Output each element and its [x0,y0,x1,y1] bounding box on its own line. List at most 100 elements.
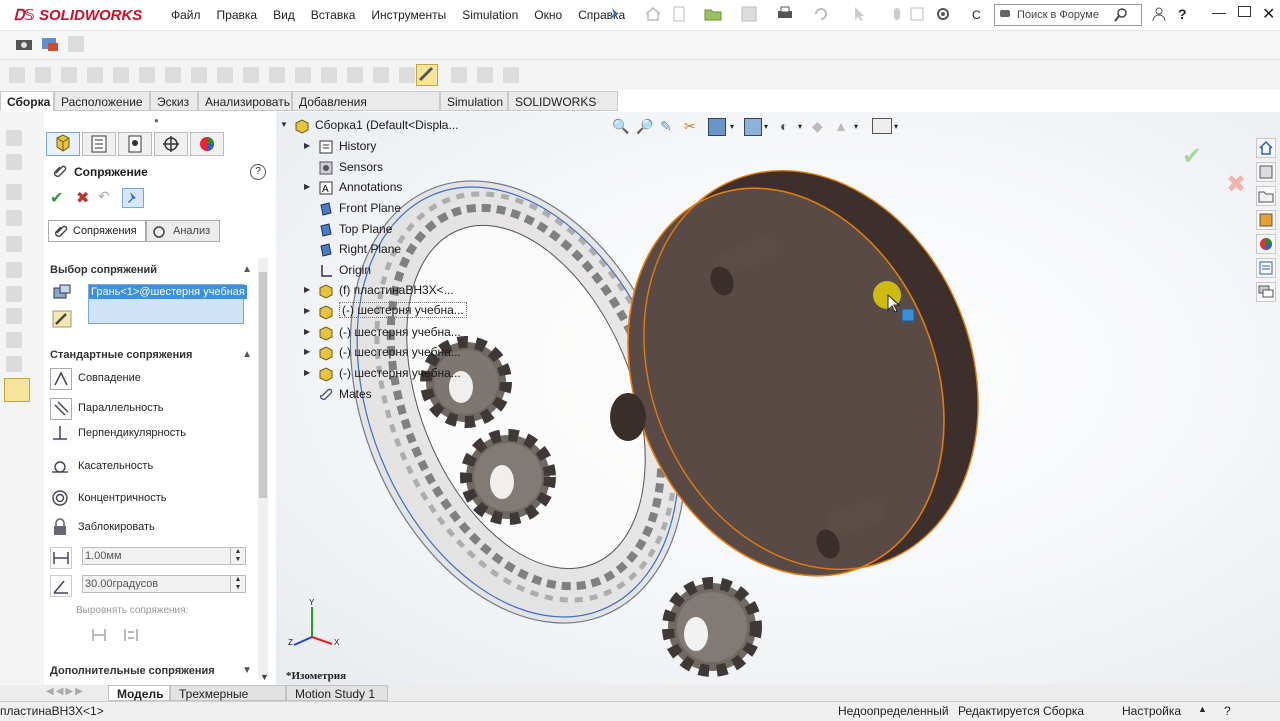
select-cursor-icon[interactable] [850,6,868,22]
viewport-minimize-icon[interactable]: — [1193,112,1204,113]
menu-edit[interactable]: Правка [217,8,258,22]
strip-tool-icon[interactable] [6,286,22,302]
restore-icon[interactable] [1238,6,1251,17]
solidworks-logo[interactable]: Ꭰ𝕊 SOLIDWORKS [14,6,142,24]
strip-tool-icon[interactable] [6,356,22,372]
tab-simulation[interactable]: Simulation [440,91,508,111]
dropdown-arrow-icon[interactable]: ▾ [764,122,768,131]
scroll-thumb[interactable] [259,272,267,498]
menu-view[interactable]: Вид [273,8,295,22]
strip-tool-icon[interactable] [6,154,22,170]
dropdown-arrow-icon[interactable]: ▾ [730,122,734,131]
collapse-chevron-icon[interactable]: ▲ [242,349,252,360]
tab-scroll-arrows-icon[interactable]: ◀◀▶▶ [46,686,85,697]
expand-arrow-icon[interactable]: ▶ [304,141,310,150]
tab-motion-study[interactable]: Motion Study 1 [286,685,388,701]
view-palette-icon[interactable] [1256,210,1276,230]
tile-right-icon[interactable]: ⇥ [1174,112,1183,113]
save-icon[interactable] [740,6,758,22]
dropdown-arrow-icon[interactable]: ▾ [798,122,802,131]
tab-sketch[interactable]: Эскиз [150,91,198,111]
mate-perpendicular-option[interactable]: Перпендикулярность [50,423,250,445]
tab-solidworks-addins[interactable]: Добавления SOLIDWORKS [292,91,440,129]
align-aligned-icon[interactable] [90,626,108,644]
settings-dropdown-icon[interactable]: ▲ [1198,704,1207,714]
solidworks-resources-icon[interactable] [1256,138,1276,158]
property-manager-tab[interactable] [82,132,116,156]
section-standard-mates[interactable]: Стандартные сопряжения [50,349,192,361]
viewport-close-icon[interactable]: ✕ [1226,112,1235,113]
apply-scene-icon[interactable]: ▲ [834,118,848,134]
help-icon[interactable]: ? [1178,6,1187,22]
tile-left-icon[interactable]: ⇤ [1156,112,1165,113]
tab-layout[interactable]: Расположение [54,91,150,111]
mate-tool-icon[interactable] [416,64,438,86]
menu-simulation[interactable]: Simulation [462,8,518,22]
confirm-ok-icon[interactable]: ✔ [1182,142,1202,171]
angle-spinner[interactable]: ▲ ▼ [230,576,245,592]
distance-spinner[interactable]: ▲ ▼ [230,548,245,564]
open-folder-icon[interactable] [704,6,722,22]
view-settings-icon[interactable] [872,118,892,134]
dropdown-arrow-icon[interactable]: ▾ [894,122,898,131]
pushpin-icon[interactable] [122,188,144,208]
pin-icon[interactable] [606,6,624,22]
dimxpert-manager-tab[interactable] [154,132,188,156]
ok-check-icon[interactable]: ✔ [50,188,63,208]
confirm-cancel-icon[interactable]: ✖ [1226,170,1246,199]
custom-properties-icon[interactable] [1256,258,1276,278]
collapse-arrow-icon[interactable]: ▼ [280,120,288,129]
tab-evaluate[interactable]: Анализировать [198,91,292,111]
display-style-icon[interactable] [744,118,762,136]
mate-tangent-option[interactable]: Касательность [50,456,250,478]
configuration-manager-tab[interactable] [118,132,152,156]
mate-lock-option[interactable]: Заблокировать [50,517,250,539]
status-units-settings[interactable]: Настройка [1122,704,1181,718]
angle-input[interactable]: 30.00градусов ▲ ▼ [82,575,246,593]
section-advanced-mates[interactable]: Дополнительные сопряжения [50,665,215,677]
search-icon[interactable] [1113,7,1129,23]
section-mate-selections[interactable]: Выбор сопряжений [50,264,157,276]
help-status-icon[interactable]: ? [1224,704,1231,718]
home-icon[interactable] [644,6,662,22]
pm-scrollbar[interactable] [258,258,268,678]
file-properties-icon[interactable] [908,6,926,22]
previous-view-icon[interactable]: ✎ [660,118,672,135]
menu-tools[interactable]: Инструменты [371,8,446,22]
new-document-icon[interactable] [670,6,688,22]
display-manager-tab[interactable] [190,132,224,156]
viewport-restore-icon[interactable]: ❐ [1210,112,1220,113]
dropdown-arrow-icon[interactable]: ▾ [854,122,858,131]
planet-gear[interactable] [460,429,556,525]
menu-window[interactable]: Окно [534,8,562,22]
minimize-icon[interactable]: — [1212,4,1226,20]
strip-tool-icon[interactable] [6,236,22,252]
camera-icon[interactable] [14,36,34,52]
print-icon[interactable] [776,6,794,22]
forum-icon[interactable] [1256,282,1276,302]
user-icon[interactable] [1150,6,1168,22]
record-icon[interactable] [68,36,84,52]
tab-solidworks-mbd[interactable]: SOLIDWORKS MBD [508,91,618,129]
close-icon[interactable]: ✕ [1262,4,1275,24]
strip-tool-icon[interactable] [6,184,22,200]
rebuild-icon[interactable] [888,6,906,22]
strip-tool-icon[interactable] [6,130,22,146]
mate-coincident-option[interactable]: Совпадение [50,368,250,390]
edit-appearance-icon[interactable]: ◆ [812,118,823,135]
strip-tool-icon[interactable] [6,262,22,278]
file-explorer-icon[interactable] [1256,186,1276,206]
feature-manager-tab[interactable] [46,132,80,156]
undo-mate-icon[interactable]: ↶ [98,188,110,205]
expand-arrow-icon[interactable]: ▶ [304,182,310,191]
screen-capture-icon[interactable] [40,36,60,52]
tab-assembly[interactable]: Сборка [0,91,54,111]
expand-arrow-icon[interactable]: ▶ [304,347,310,356]
mate-parallel-option[interactable]: Параллельность [50,398,250,420]
hide-show-icon[interactable]: ◐ [780,118,788,134]
strip-tool-icon[interactable] [6,210,22,226]
planet-gear[interactable] [662,577,762,677]
expand-arrow-icon[interactable]: ▶ [304,285,310,294]
align-anti-aligned-icon[interactable] [122,626,140,644]
cancel-x-icon[interactable]: ✖ [76,188,89,208]
